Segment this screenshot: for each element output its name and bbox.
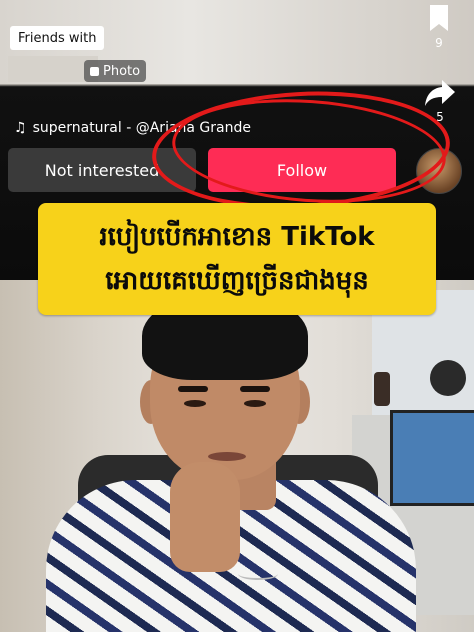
eyebrow bbox=[240, 386, 270, 392]
photo-badge: Photo bbox=[84, 60, 147, 82]
not-interested-label: Not interested bbox=[44, 160, 160, 180]
necklace bbox=[238, 568, 278, 580]
photo-badge-label: Photo bbox=[103, 63, 141, 79]
tiktok-screenshot-thumbnail: Friends with Photo 9 5 ♫ supernatural - … bbox=[0, 0, 474, 632]
eye bbox=[244, 400, 266, 407]
friends-with-chip[interactable]: Friends with bbox=[10, 26, 105, 50]
music-note-icon: ♫ bbox=[14, 120, 27, 136]
bookmark-count: 9 bbox=[435, 36, 443, 50]
lamp bbox=[430, 360, 466, 396]
eye bbox=[184, 400, 206, 407]
title-banner: របៀបបើកអាខោន TikTok អោយគេឃើញច្រើនជាងមុន bbox=[38, 203, 436, 315]
eyebrow bbox=[178, 386, 208, 392]
banner-line-1: របៀបបើកអាខោន TikTok bbox=[99, 222, 375, 252]
share-icon[interactable] bbox=[424, 78, 456, 108]
monitor bbox=[390, 410, 474, 506]
photo-icon bbox=[90, 66, 99, 76]
bookmark-icon[interactable] bbox=[428, 4, 450, 32]
mouth bbox=[208, 452, 246, 461]
toy-figure bbox=[374, 372, 390, 406]
hand bbox=[170, 462, 240, 572]
friends-with-label: Friends with bbox=[18, 30, 97, 46]
banner-line-2: អោយគេឃើញច្រើនជាងមុន bbox=[105, 266, 369, 296]
